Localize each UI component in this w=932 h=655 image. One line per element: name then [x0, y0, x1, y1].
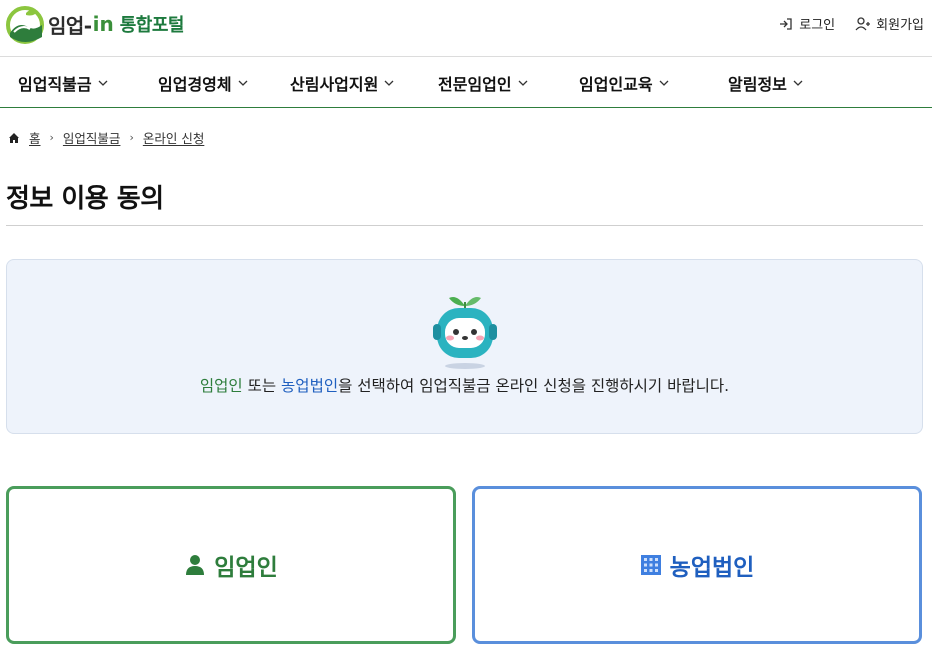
site-logo[interactable]: 임업-in 통합포털: [4, 4, 184, 44]
nav-label: 알림정보: [728, 75, 787, 94]
home-icon: [9, 132, 19, 143]
info-highlight-personal: 임업인: [199, 377, 243, 395]
nav-item-notice[interactable]: 알림정보: [728, 71, 803, 95]
main-navigation: 임업직불금 임업경영체 산림사업지원 전문임업인 임업인교육 알림정보: [0, 57, 932, 108]
breadcrumb-online-apply[interactable]: 온라인 신청: [143, 128, 204, 147]
login-link[interactable]: 로그인: [778, 14, 835, 33]
logo-in: in: [92, 12, 114, 36]
breadcrumb-separator: ›: [129, 131, 134, 144]
nav-item-expert[interactable]: 전문임업인: [438, 71, 528, 95]
site-header: 임업-in 통합포털 로그인 회원가입: [0, 0, 932, 57]
building-icon: [640, 555, 661, 575]
breadcrumb: 홈 › 임업직불금 › 온라인 신청: [8, 128, 204, 147]
select-corporation-label: 농업법인: [669, 555, 755, 581]
mascot-sprout-icon: [433, 297, 497, 369]
nav-item-subsidy[interactable]: 임업직불금: [18, 71, 108, 95]
signup-label: 회원가입: [876, 18, 924, 33]
nav-label: 전문임업인: [438, 75, 512, 94]
info-highlight-corp: 농업법인: [281, 377, 339, 395]
info-message: 임업인 또는 농업법인을 선택하여 임업직불금 온라인 신청을 진행하시기 바랍…: [7, 374, 922, 396]
page-title: 정보 이용 동의: [6, 184, 164, 214]
chevron-down-icon: [238, 80, 248, 86]
select-personal-label: 임업인: [214, 555, 278, 581]
person-icon: [186, 555, 205, 575]
login-label: 로그인: [799, 18, 836, 33]
nav-label: 산림사업지원: [290, 75, 379, 94]
utility-menu: 로그인 회원가입: [778, 14, 924, 33]
chevron-down-icon: [659, 80, 669, 86]
nav-item-management[interactable]: 임업경영체: [158, 71, 248, 95]
chevron-down-icon: [384, 80, 394, 86]
logo-leaf-icon: [6, 6, 44, 44]
select-corporation-button[interactable]: 농업법인: [472, 486, 922, 644]
logo-portal: 통합포털: [119, 15, 185, 36]
chevron-down-icon: [793, 80, 803, 86]
title-divider: [6, 225, 923, 226]
logo-name: 임업-: [48, 13, 92, 38]
breadcrumb-subsidy[interactable]: 임업직불금: [63, 128, 121, 147]
info-text-part: 또는: [242, 377, 282, 395]
chevron-down-icon: [98, 80, 108, 86]
info-text-part: 을 선택하여 임업직불금 온라인 신청을 진행하시기 바랍니다.: [338, 377, 730, 395]
user-plus-icon: [855, 16, 871, 30]
info-box: 임업인 또는 농업법인을 선택하여 임업직불금 온라인 신청을 진행하시기 바랍…: [6, 259, 923, 434]
nav-label: 임업경영체: [158, 75, 232, 94]
nav-item-forest-support[interactable]: 산림사업지원: [290, 71, 394, 95]
signup-link[interactable]: 회원가입: [855, 14, 924, 33]
nav-item-education[interactable]: 임업인교육: [579, 71, 669, 95]
breadcrumb-separator: ›: [49, 131, 54, 144]
nav-label: 임업인교육: [579, 75, 653, 94]
chevron-down-icon: [518, 80, 528, 86]
select-personal-button[interactable]: 임업인: [6, 486, 456, 644]
nav-label: 임업직불금: [18, 75, 92, 94]
breadcrumb-home[interactable]: 홈: [29, 128, 41, 147]
login-icon: [780, 17, 792, 30]
